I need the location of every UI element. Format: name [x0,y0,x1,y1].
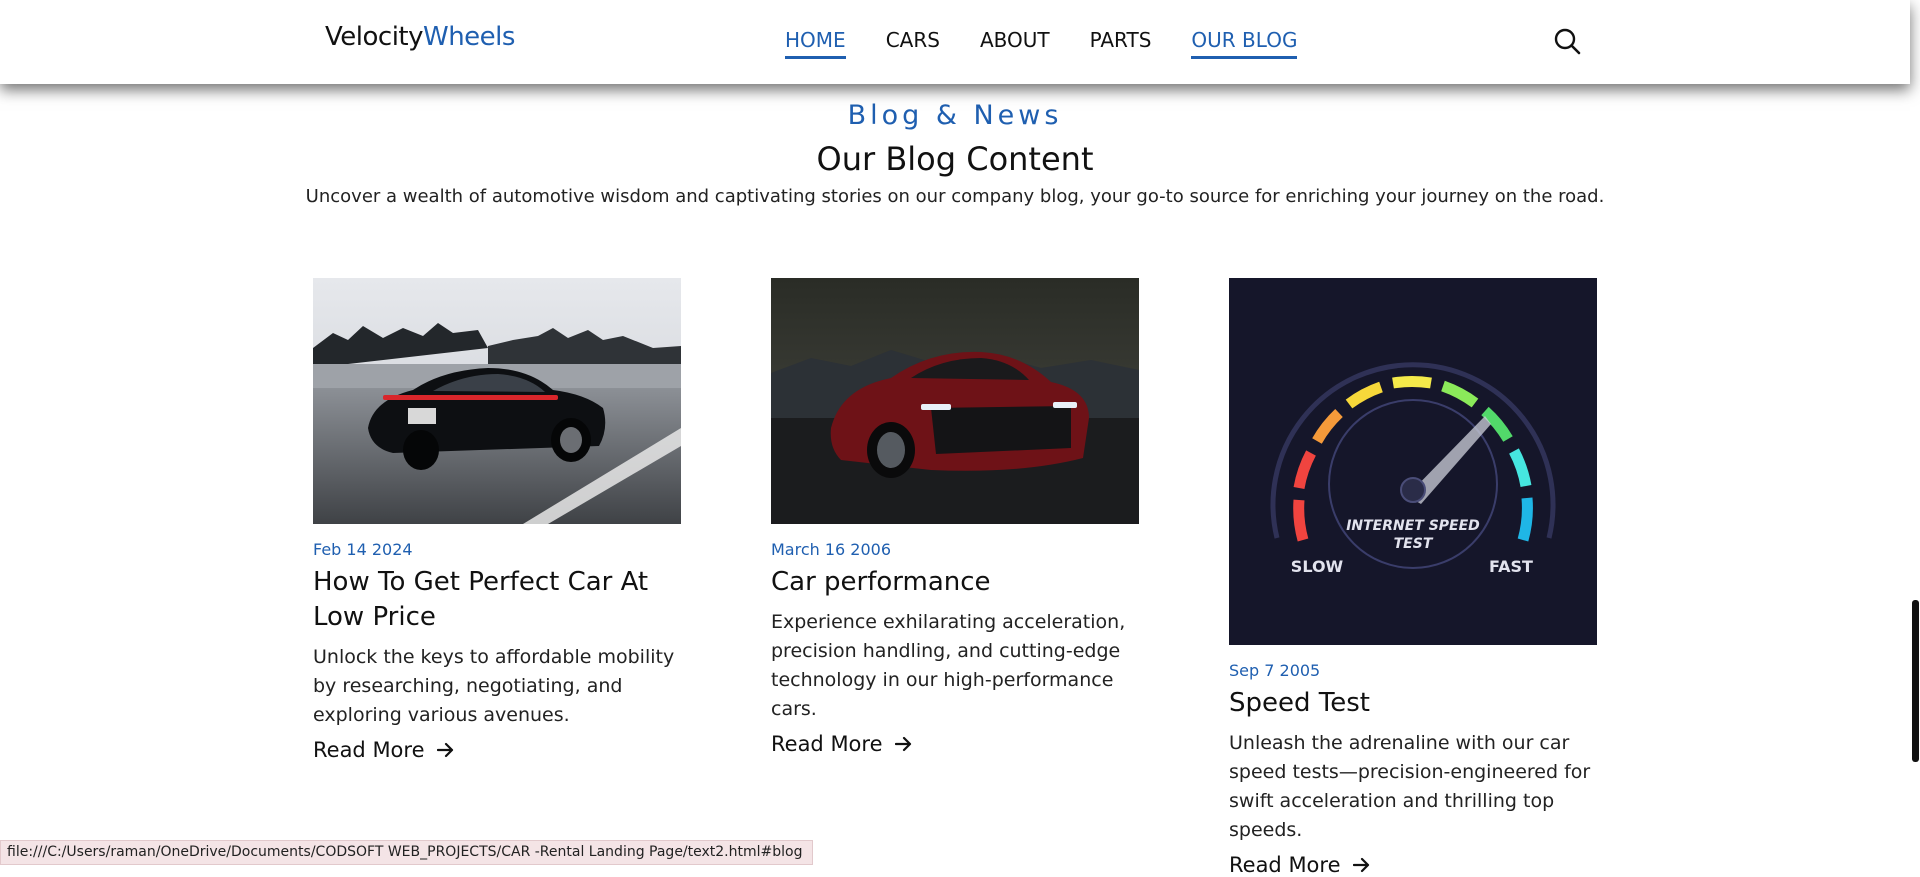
blog-image-speedometer[interactable]: INTERNET SPEED TEST SLOW FAST [1229,278,1597,645]
post-date: March 16 2006 [771,540,892,559]
section-title: Our Blog Content [816,140,1094,178]
site-header: VelocityWheels HOME CARS ABOUT PARTS OUR… [0,0,1910,84]
post-excerpt: Unlock the keys to affordable mobility b… [313,646,675,726]
nav-cars[interactable]: CARS [886,28,940,59]
search-button[interactable] [1552,26,1584,58]
post-title[interactable]: Car performance [771,565,1139,600]
blog-card: March 16 2006 Car performance Experience… [771,278,1139,756]
post-date: Sep 7 2005 [1229,661,1321,680]
blog-card: INTERNET SPEED TEST SLOW FAST Sep 7 2005… [1229,278,1597,877]
post-date: Feb 14 2024 [313,540,413,559]
nav-our-blog[interactable]: OUR BLOG [1191,28,1298,59]
gauge-fast-label: FAST [1489,557,1533,576]
read-more-label: Read More [771,732,883,756]
post-title[interactable]: How To Get Perfect Car At Low Price [313,565,681,635]
nav-parts[interactable]: PARTS [1090,28,1152,59]
search-icon [1554,28,1581,55]
brand-logo[interactable]: VelocityWheels [325,22,515,52]
blog-card: Feb 14 2024 How To Get Perfect Car At Lo… [313,278,681,762]
page-scrollbar[interactable] [1910,0,1920,866]
post-title[interactable]: Speed Test [1229,686,1597,721]
arrow-right-icon [894,736,911,752]
arrow-right-icon [1352,857,1369,873]
read-more-link[interactable]: Read More [1229,853,1371,877]
section-tagline: Blog & News [847,100,1063,131]
blog-image-red-car[interactable] [771,278,1139,524]
read-more-link[interactable]: Read More [313,738,455,762]
read-more-link[interactable]: Read More [771,732,913,756]
arrow-right-icon [436,742,453,758]
read-more-label: Read More [1229,853,1341,877]
gauge-slow-label: SLOW [1291,557,1344,576]
gauge-caption-line1: INTERNET SPEED [1346,518,1480,534]
gauge-caption-line2: TEST [1394,536,1434,552]
link-status-bar: file:///C:/Users/raman/OneDrive/Document… [0,840,814,865]
scrollbar-thumb[interactable] [1912,600,1919,762]
blog-image-sedan[interactable] [313,278,681,524]
brand-name-part1: Velocity [325,22,424,52]
read-more-label: Read More [313,738,425,762]
nav-about[interactable]: ABOUT [980,28,1050,59]
section-description: Uncover a wealth of automotive wisdom an… [305,186,1605,207]
main-nav: HOME CARS ABOUT PARTS OUR BLOG [785,28,1298,59]
nav-home[interactable]: HOME [785,28,846,59]
brand-name-part2: Wheels [423,22,515,52]
post-excerpt: Unleash the adrenaline with our car spee… [1229,732,1591,841]
post-excerpt: Experience exhilarating acceleration, pr… [771,611,1126,720]
